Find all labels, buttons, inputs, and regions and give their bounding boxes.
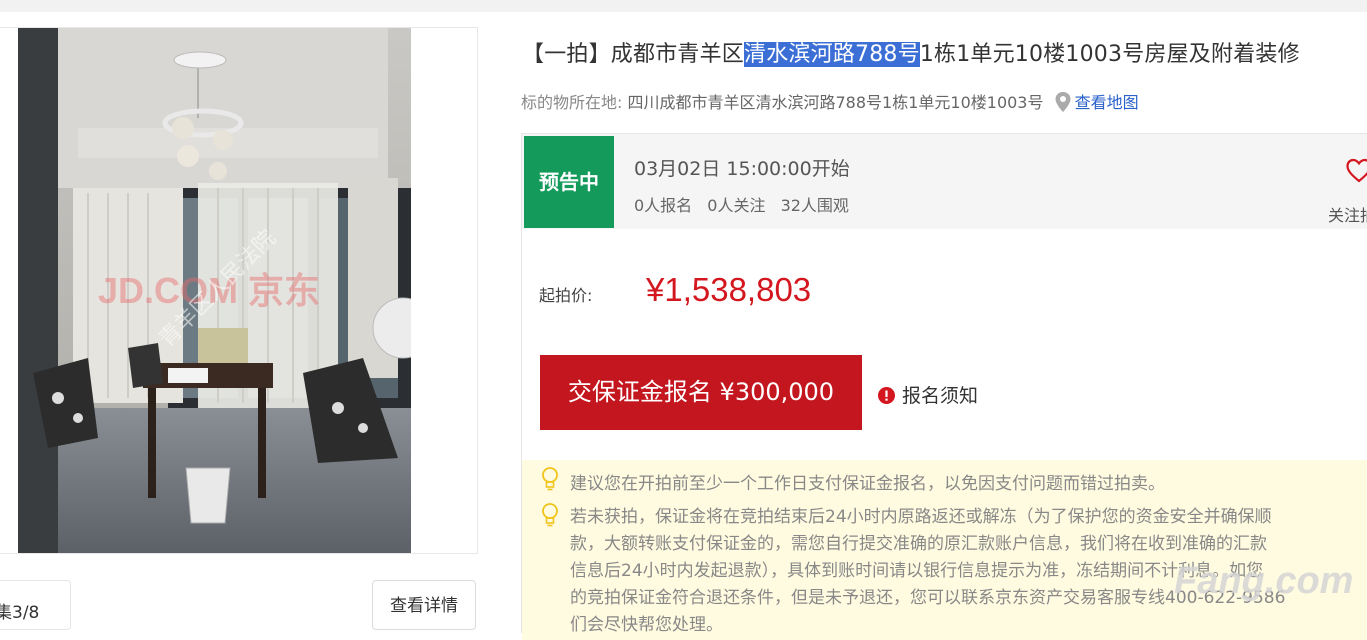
page-title: 【一拍】成都市青羊区清水滨河路788号1栋1单元10楼1003号房屋及附着装修 (522, 36, 1300, 68)
property-photo-image: JD.COM 京东 青羊区人民法院 (18, 28, 411, 553)
deposit-signup-button[interactable]: 交保证金报名 ¥300,000 (540, 355, 862, 430)
album-counter-label: 集3/8 (0, 603, 40, 623)
starting-price: ¥1,538,803 (646, 271, 812, 308)
pin-icon (1055, 92, 1071, 112)
watcher-count: 32人围观 (780, 196, 849, 215)
alert-icon (878, 387, 895, 404)
tip-refund-line: 们会尽快帮您处理。 (570, 615, 723, 635)
signup-notice-label: 报名须知 (902, 385, 979, 407)
start-time: 03月02日 15:00:00开始 (634, 158, 850, 180)
price-label: 起拍价: (539, 286, 593, 305)
album-counter[interactable]: 集3/8 (0, 580, 71, 630)
location-row: 标的物所在地: 四川成都市青羊区清水滨河路788号1栋1单元10楼1003号 查… (521, 89, 1139, 113)
tip-refund-line: 款，大额转账支付保证金的，需您自行提交准确的原汇款账户信息，我们将在收到准确的汇… (570, 534, 1267, 554)
bulb-icon (542, 467, 558, 491)
view-details-button[interactable]: 查看详情 (372, 580, 476, 630)
location-address: 四川成都市青羊区清水滨河路788号1栋1单元10楼1003号 (627, 93, 1044, 112)
bulb-icon (542, 503, 558, 527)
tip-prepay: 建议您在开拍前至少一个工作日支付保证金报名，以免因支付问题而错过拍卖。 (570, 474, 1165, 494)
tip-refund-line: 若未获拍，保证金将在竞拍结束后24小时内原路返还或解冻（为了保护您的资金安全并确… (570, 507, 1272, 527)
signup-notice-link[interactable]: 报名须知 (878, 381, 978, 408)
property-photo[interactable]: JD.COM 京东 青羊区人民法院 (18, 28, 411, 553)
follow-label[interactable]: 关注拍 (1328, 202, 1367, 226)
stats-row: 0人报名 0人关注 32人围观 (634, 192, 859, 216)
status-bar: 预告中 03月02日 15:00:00开始 0人报名 0人关注 32人围观 关注… (522, 134, 1367, 229)
top-strip (0, 0, 1367, 12)
title-suffix: 1栋1单元10楼1003号房屋及附着装修 (919, 42, 1300, 67)
title-highlight[interactable]: 清水滨河路788号 (744, 42, 920, 67)
title-prefix: 【一拍】成都市青羊区 (522, 42, 745, 67)
auction-panel: 预告中 03月02日 15:00:00开始 0人报名 0人关注 32人围观 关注… (521, 133, 1367, 640)
signup-count: 0人报名 (634, 196, 693, 215)
follower-count: 0人关注 (707, 196, 766, 215)
view-map-link[interactable]: 查看地图 (1075, 93, 1139, 112)
heart-icon[interactable] (1346, 158, 1367, 184)
gallery-frame: JD.COM 京东 青羊区人民法院 (0, 27, 478, 554)
location-label: 标的物所在地: (521, 93, 623, 112)
site-watermark: Fang.com (1174, 560, 1354, 602)
status-badge: 预告中 (524, 136, 614, 228)
tips-box: 建议您在开拍前至少一个工作日支付保证金报名，以免因支付问题而错过拍卖。 若未获拍… (522, 460, 1367, 640)
